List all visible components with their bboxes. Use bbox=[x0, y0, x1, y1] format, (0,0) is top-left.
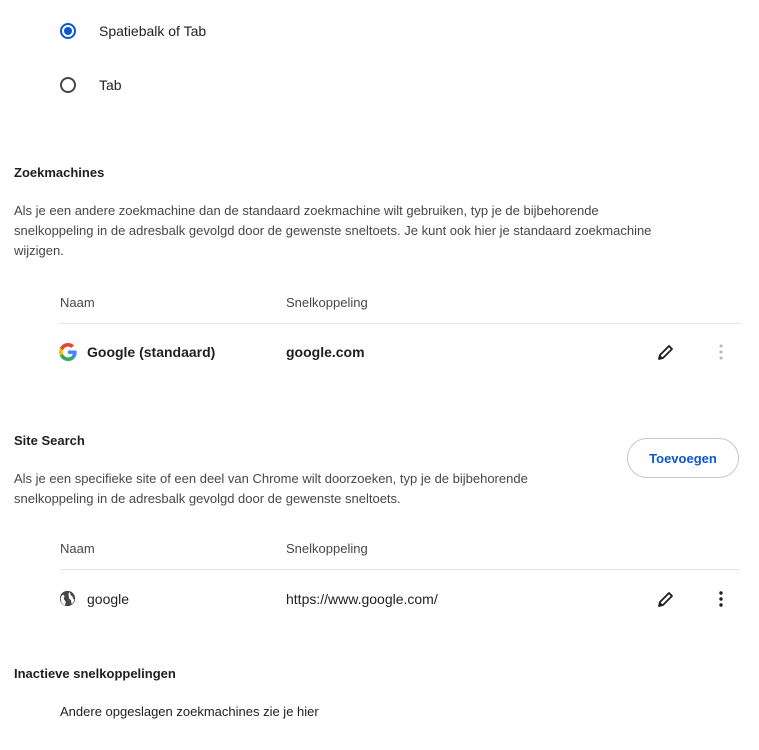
site-search-shortcut: https://www.google.com/ bbox=[286, 591, 438, 607]
description-line: wijzigen. bbox=[14, 243, 64, 258]
inactive-shortcuts-title: Inactieve snelkoppelingen bbox=[14, 666, 176, 681]
radio-label: Spatiebalk of Tab bbox=[99, 23, 207, 39]
site-search-name: google bbox=[87, 591, 130, 607]
description-line: Als je een andere zoekmachine dan de sta… bbox=[14, 203, 599, 218]
column-header-name: Naam bbox=[60, 295, 95, 310]
add-site-search-button[interactable]: Toevoegen bbox=[627, 438, 739, 478]
search-engine-name: Google (standaard) bbox=[87, 344, 216, 360]
column-header-name: Naam bbox=[60, 541, 95, 556]
google-g-icon bbox=[59, 343, 77, 361]
globe-icon bbox=[59, 590, 76, 607]
edit-pencil-icon[interactable] bbox=[654, 587, 678, 611]
radio-option-tab[interactable]: Tab bbox=[60, 77, 122, 93]
column-header-shortcut: Snelkoppeling bbox=[286, 295, 368, 310]
search-engine-shortcut: google.com bbox=[286, 344, 365, 360]
radio-button[interactable] bbox=[60, 77, 76, 93]
search-engines-title: Zoekmachines bbox=[14, 165, 105, 180]
radio-option-space-or-tab[interactable]: Spatiebalk of Tab bbox=[60, 23, 206, 39]
description-line: snelkoppeling in de adresbalk gevolgd do… bbox=[14, 491, 401, 506]
radio-button-checked[interactable] bbox=[60, 23, 76, 39]
description-line: snelkoppeling in de adresbalk gevolgd do… bbox=[14, 223, 652, 238]
more-options-icon[interactable] bbox=[709, 587, 733, 611]
description-line: Als je een specifieke site of een deel v… bbox=[14, 471, 528, 486]
more-options-icon-disabled[interactable] bbox=[709, 340, 733, 364]
radio-label: Tab bbox=[99, 77, 122, 93]
site-search-title: Site Search bbox=[14, 433, 85, 448]
table-divider bbox=[60, 323, 740, 324]
table-divider bbox=[60, 569, 740, 570]
inactive-shortcuts-description: Andere opgeslagen zoekmachines zie je hi… bbox=[60, 704, 319, 719]
edit-pencil-icon[interactable] bbox=[654, 340, 678, 364]
site-search-description: Als je een specifieke site of een deel v… bbox=[14, 469, 528, 509]
search-engines-description: Als je een andere zoekmachine dan de sta… bbox=[14, 201, 651, 261]
column-header-shortcut: Snelkoppeling bbox=[286, 541, 368, 556]
